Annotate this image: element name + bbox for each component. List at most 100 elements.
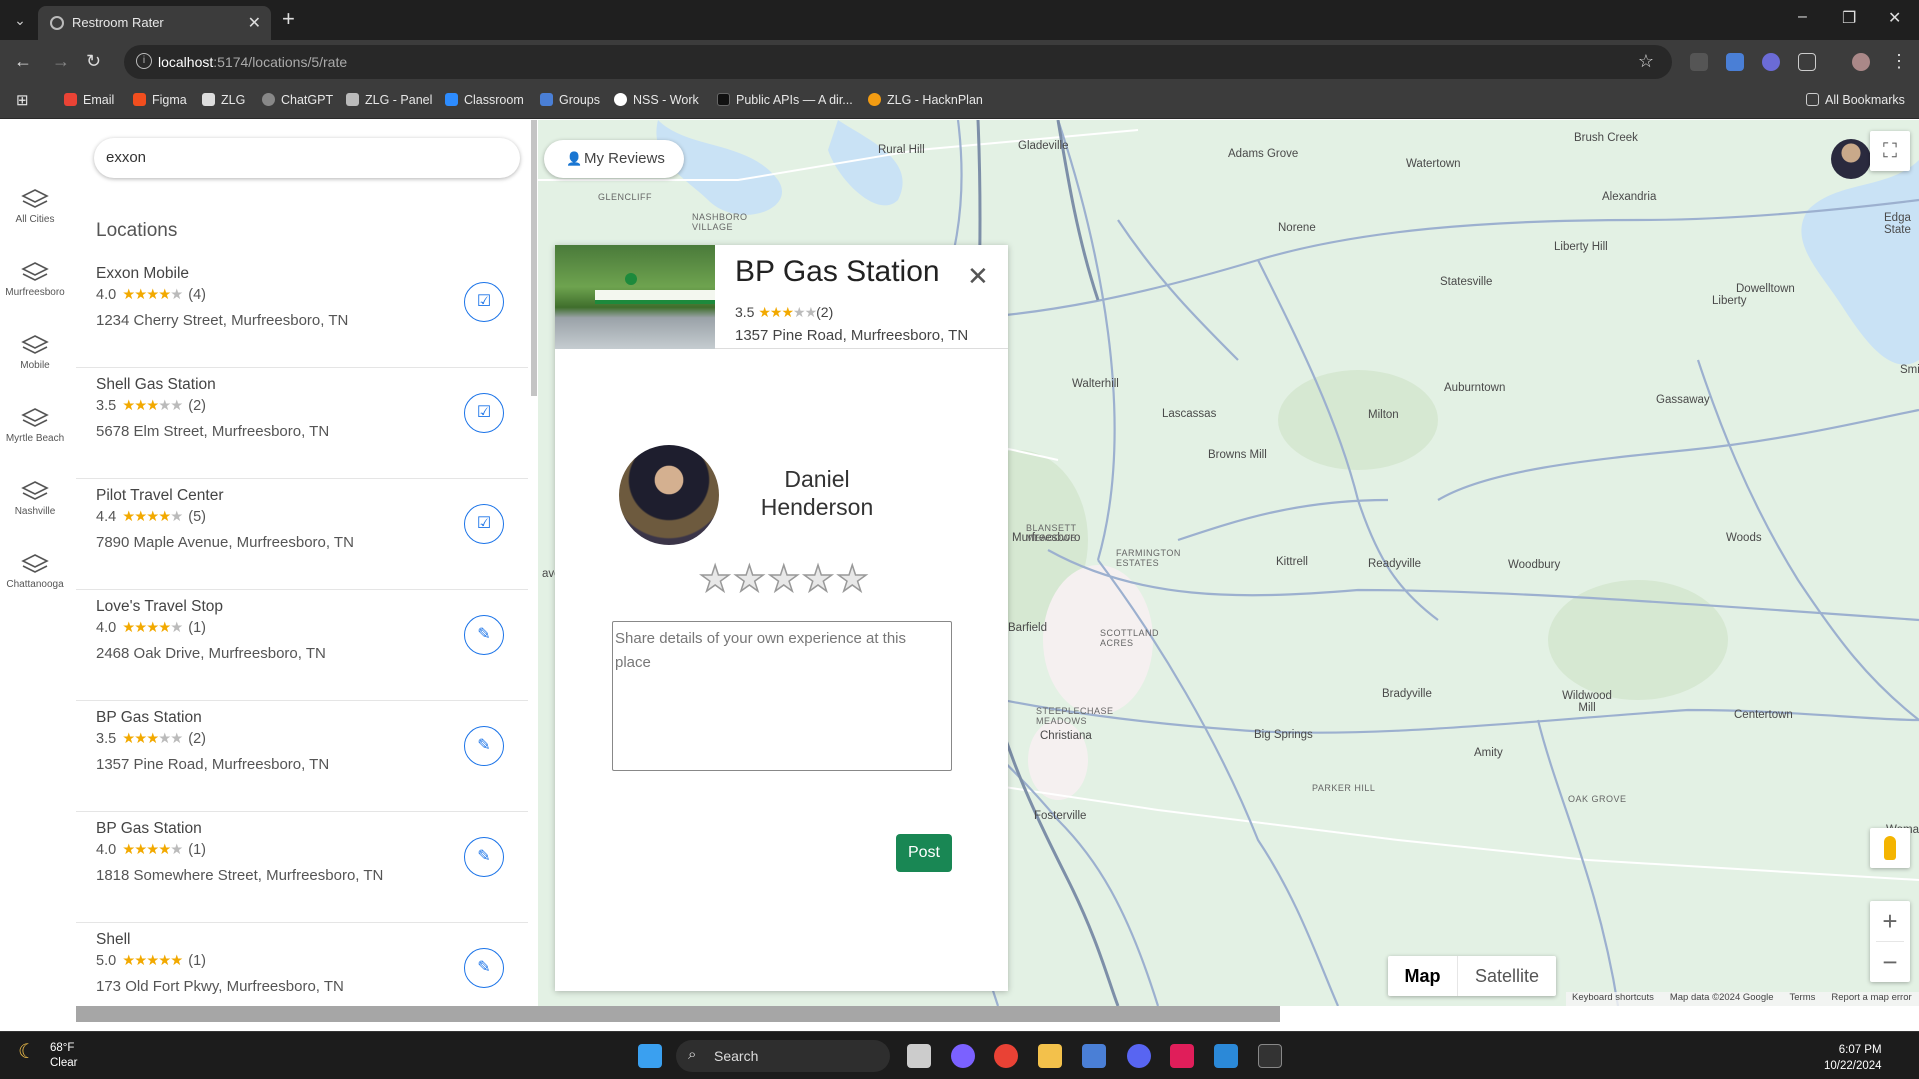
all-bookmarks[interactable]: All Bookmarks: [1806, 93, 1905, 107]
tab-close-icon[interactable]: ✕: [248, 13, 261, 33]
bookmark-figma[interactable]: Figma: [133, 93, 187, 107]
bookmark-email[interactable]: Email: [64, 93, 114, 107]
extension-gear-icon[interactable]: [1762, 53, 1780, 71]
keyboard-shortcuts-link[interactable]: Keyboard shortcuts: [1572, 992, 1654, 1003]
town-label: Liberty: [1712, 295, 1747, 307]
post-button[interactable]: Post: [896, 834, 952, 872]
star-5-icon[interactable]: ★: [835, 557, 870, 600]
location-list-item[interactable]: Love's Travel Stop 4.0 ★★★★★ (1) 2468 Oak …: [76, 590, 528, 701]
tab-search-icon[interactable]: ⌄: [8, 8, 32, 32]
shield-icon[interactable]: [1690, 53, 1708, 71]
taskbar-search[interactable]: ⌕ Search: [676, 1040, 890, 1072]
bookmark-chatgpt[interactable]: ChatGPT: [262, 93, 333, 107]
profile-avatar[interactable]: [1852, 53, 1870, 71]
rail-item-murfreesboro[interactable]: Murfreesboro: [0, 261, 70, 298]
location-list-item[interactable]: Shell 5.0 ★★★★★ (1) 173 Old Fort Pkwy, Mur…: [76, 923, 528, 1006]
bookmark-public-apis[interactable]: Public APIs — A dir...: [717, 93, 853, 107]
edit-icon[interactable]: ✎: [464, 948, 504, 988]
star-4-icon[interactable]: ★: [801, 557, 836, 600]
chrome-menu-icon[interactable]: ⋮: [1890, 51, 1908, 72]
location-rating: 3.5 ★★★★★ (2): [96, 398, 206, 414]
new-tab-button[interactable]: +: [282, 8, 295, 30]
vscode-icon[interactable]: [1214, 1044, 1238, 1068]
horizontal-scrollbar[interactable]: [76, 1006, 1280, 1022]
puzzle-icon[interactable]: [1798, 53, 1816, 71]
map-data-text: Map data ©2024 Google: [1669, 992, 1774, 1003]
star-1-icon[interactable]: ★: [698, 557, 733, 600]
browser-tab[interactable]: Restroom Rater ✕: [38, 6, 271, 40]
rail-item-chattanooga[interactable]: Chattanooga: [0, 553, 70, 590]
search-input[interactable]: exxon: [94, 138, 520, 178]
back-icon[interactable]: ←: [14, 51, 32, 72]
terminal-icon[interactable]: [1258, 1044, 1282, 1068]
forward-icon[interactable]: →: [52, 51, 70, 72]
bookmark-nss-work[interactable]: NSS - Work: [614, 93, 699, 107]
rating-stars: ★★★★★: [122, 287, 183, 303]
slack-icon[interactable]: [1170, 1044, 1194, 1068]
bookmark-classroom[interactable]: Classroom: [445, 93, 524, 107]
location-list-item[interactable]: Exxon Mobile 4.0 ★★★★★ (4) 1234 Cherry Str…: [76, 257, 528, 368]
rail-item-nashville[interactable]: Nashville: [0, 480, 70, 517]
edit-icon[interactable]: ✎: [464, 726, 504, 766]
location-rating: 4.0 ★★★★★ (1): [96, 842, 206, 858]
checkbox-icon[interactable]: ☑: [464, 393, 504, 433]
star-3-icon[interactable]: ★: [767, 557, 802, 600]
address-toolbar: ← → ↻ i localhost:5174/locations/5/rate …: [0, 40, 1919, 85]
file-explorer-icon[interactable]: [1038, 1044, 1062, 1068]
chrome-icon[interactable]: [994, 1044, 1018, 1068]
rail-item-myrtle-beach[interactable]: Myrtle Beach: [0, 407, 70, 444]
report-error-link[interactable]: Report a map error: [1831, 992, 1911, 1003]
reload-icon[interactable]: ↻: [86, 51, 101, 72]
discord-icon[interactable]: [1127, 1044, 1151, 1068]
bookmark-zlg-panel[interactable]: ZLG - Panel: [346, 93, 432, 107]
location-address: 2468 Oak Drive, Murfreesboro, TN: [96, 645, 326, 662]
bookmark-zlg-hacknplan[interactable]: ZLG - HacknPlan: [868, 93, 983, 107]
address-bar[interactable]: i localhost:5174/locations/5/rate ☆: [124, 45, 1672, 79]
rail-item-mobile[interactable]: Mobile: [0, 334, 70, 371]
user-avatar[interactable]: [1831, 139, 1871, 179]
terms-link[interactable]: Terms: [1790, 992, 1816, 1003]
close-window-icon[interactable]: ✕: [1888, 8, 1901, 28]
checkbox-icon[interactable]: ☑: [464, 282, 504, 322]
layers-icon: [21, 189, 49, 208]
star-2-icon[interactable]: ★: [733, 557, 767, 600]
location-list-item[interactable]: BP Gas Station 3.5 ★★★★★ (2) 1357 Pine Roa…: [76, 701, 528, 812]
app-icon[interactable]: [1082, 1044, 1106, 1068]
street-view-pegman[interactable]: [1870, 828, 1910, 868]
copilot-icon[interactable]: [951, 1044, 975, 1068]
edit-icon[interactable]: ✎: [464, 837, 504, 877]
clock[interactable]: 6:07 PM 10/22/2024: [1824, 1042, 1882, 1074]
location-list-item[interactable]: BP Gas Station 4.0 ★★★★★ (1) 1818 Somewher…: [76, 812, 528, 923]
apps-grid-icon[interactable]: ⊞: [16, 91, 29, 109]
location-photo: [555, 245, 715, 349]
checkbox-icon[interactable]: ☑: [464, 504, 504, 544]
zoom-in-button[interactable]: +: [1870, 901, 1910, 941]
bookmark-groups[interactable]: Groups: [540, 93, 600, 107]
town-label: STEEPLECHASE MEADOWS: [1036, 706, 1114, 726]
close-icon[interactable]: ✕: [967, 261, 989, 292]
site-info-icon[interactable]: i: [136, 53, 152, 69]
bookmark-zlg[interactable]: ZLG: [202, 93, 245, 107]
minimize-icon[interactable]: –: [1798, 8, 1807, 26]
rail-item-all-cities[interactable]: All Cities: [0, 188, 70, 225]
task-view-icon[interactable]: [907, 1044, 931, 1068]
translate-icon[interactable]: [1726, 53, 1744, 71]
sidebar-scrollbar[interactable]: [531, 120, 537, 396]
location-list-item[interactable]: Shell Gas Station 3.5 ★★★★★ (2) 5678 Elm S…: [76, 368, 528, 479]
bookmark-star-icon[interactable]: ☆: [1638, 51, 1654, 72]
my-reviews-button[interactable]: 👤 My Reviews: [544, 140, 684, 178]
zoom-out-button[interactable]: −: [1870, 942, 1910, 982]
tab-title: Restroom Rater: [72, 15, 164, 30]
location-name: BP Gas Station: [96, 820, 202, 837]
map-type-satellite[interactable]: Satellite: [1458, 956, 1556, 996]
rating-stars: ★★★★★: [122, 620, 183, 636]
review-textarea[interactable]: Share details of your own experience at …: [612, 621, 952, 771]
edit-icon[interactable]: ✎: [464, 615, 504, 655]
location-list-item[interactable]: Pilot Travel Center 4.4 ★★★★★ (5) 7890 Map…: [76, 479, 528, 590]
map-type-map[interactable]: Map: [1388, 956, 1458, 996]
town-label: Readyville: [1368, 558, 1422, 570]
restore-icon[interactable]: ❐: [1842, 8, 1856, 28]
windows-start-icon[interactable]: [638, 1044, 662, 1068]
town-label: Milton: [1368, 409, 1399, 421]
fullscreen-icon[interactable]: ⛶: [1870, 131, 1910, 171]
